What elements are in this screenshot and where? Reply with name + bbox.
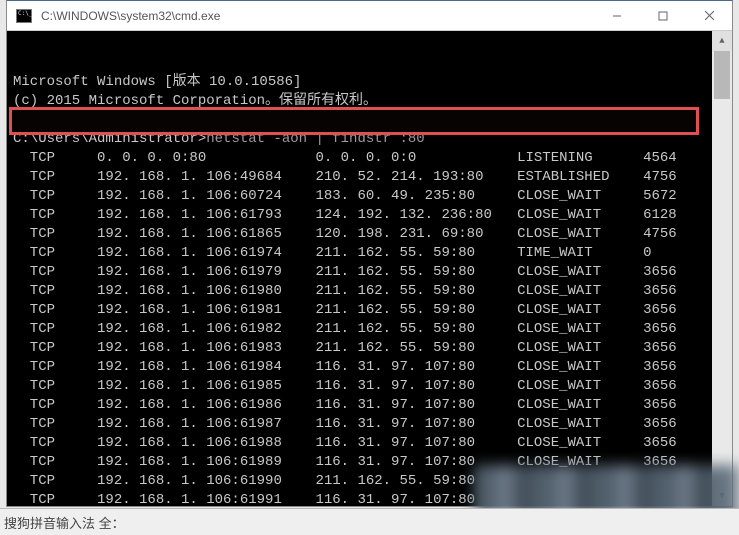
scroll-track[interactable] [712, 51, 732, 486]
netstat-row: TCP 192. 168. 1. 106:61987 116. 31. 97. … [13, 415, 710, 434]
close-button[interactable] [686, 1, 732, 30]
scroll-up-button[interactable]: ▲ [712, 31, 732, 51]
cmd-icon [16, 9, 32, 23]
console-output: Microsoft Windows [版本 10.0.10586](c) 201… [7, 31, 710, 506]
ime-label: 搜狗拼音输入法 全： [4, 513, 125, 532]
netstat-row: TCP 192. 168. 1. 106:61981 211. 162. 55.… [13, 301, 710, 320]
netstat-row: TCP 192. 168. 1. 106:61984 116. 31. 97. … [13, 358, 710, 377]
netstat-row: TCP 192. 168. 1. 106:61974 211. 162. 55.… [13, 244, 710, 263]
netstat-row: TCP 192. 168. 1. 106:61979 211. 162. 55.… [13, 263, 710, 282]
minimize-button[interactable] [594, 1, 640, 30]
netstat-row: TCP 192. 168. 1. 106:61982 211. 162. 55.… [13, 320, 710, 339]
cmd-window: C:\WINDOWS\system32\cmd.exe Microsoft Wi… [6, 0, 733, 507]
netstat-row-highlighted: TCP 0. 0. 0. 0:80 0. 0. 0. 0:0 LISTENING… [13, 149, 710, 168]
netstat-row: TCP 192. 168. 1. 106:61793 124. 192. 132… [13, 206, 710, 225]
console-line: (c) 2015 Microsoft Corporation。保留所有权利。 [13, 92, 710, 111]
scrollbar[interactable]: ▲ ▼ [712, 31, 732, 506]
console-line: Microsoft Windows [版本 10.0.10586] [13, 73, 710, 92]
console-area[interactable]: Microsoft Windows [版本 10.0.10586](c) 201… [7, 31, 732, 506]
window-icon[interactable] [7, 9, 41, 23]
console-line [13, 111, 710, 130]
netstat-row: TCP 192. 168. 1. 106:60724 183. 60. 49. … [13, 187, 710, 206]
netstat-row: TCP 192. 168. 1. 106:61988 116. 31. 97. … [13, 434, 710, 453]
netstat-row: TCP 192. 168. 1. 106:61986 116. 31. 97. … [13, 396, 710, 415]
scroll-thumb[interactable] [714, 51, 730, 99]
netstat-row: TCP 192. 168. 1. 106:61985 116. 31. 97. … [13, 377, 710, 396]
ime-bar[interactable]: 搜狗拼音输入法 全： [0, 508, 739, 535]
netstat-row: TCP 192. 168. 1. 106:61980 211. 162. 55.… [13, 282, 710, 301]
titlebar[interactable]: C:\WINDOWS\system32\cmd.exe [7, 1, 732, 31]
window-title: C:\WINDOWS\system32\cmd.exe [41, 9, 594, 23]
maximize-button[interactable] [640, 1, 686, 30]
netstat-row: TCP 192. 168. 1. 106:61983 211. 162. 55.… [13, 339, 710, 358]
netstat-row: TCP 192. 168. 1. 106:61865 120. 198. 231… [13, 225, 710, 244]
prompt-line: C:\Users\Administrator>netstat -aon | fi… [13, 130, 710, 149]
netstat-row: TCP 192. 168. 1. 106:49684 210. 52. 214.… [13, 168, 710, 187]
window-controls [594, 1, 732, 30]
